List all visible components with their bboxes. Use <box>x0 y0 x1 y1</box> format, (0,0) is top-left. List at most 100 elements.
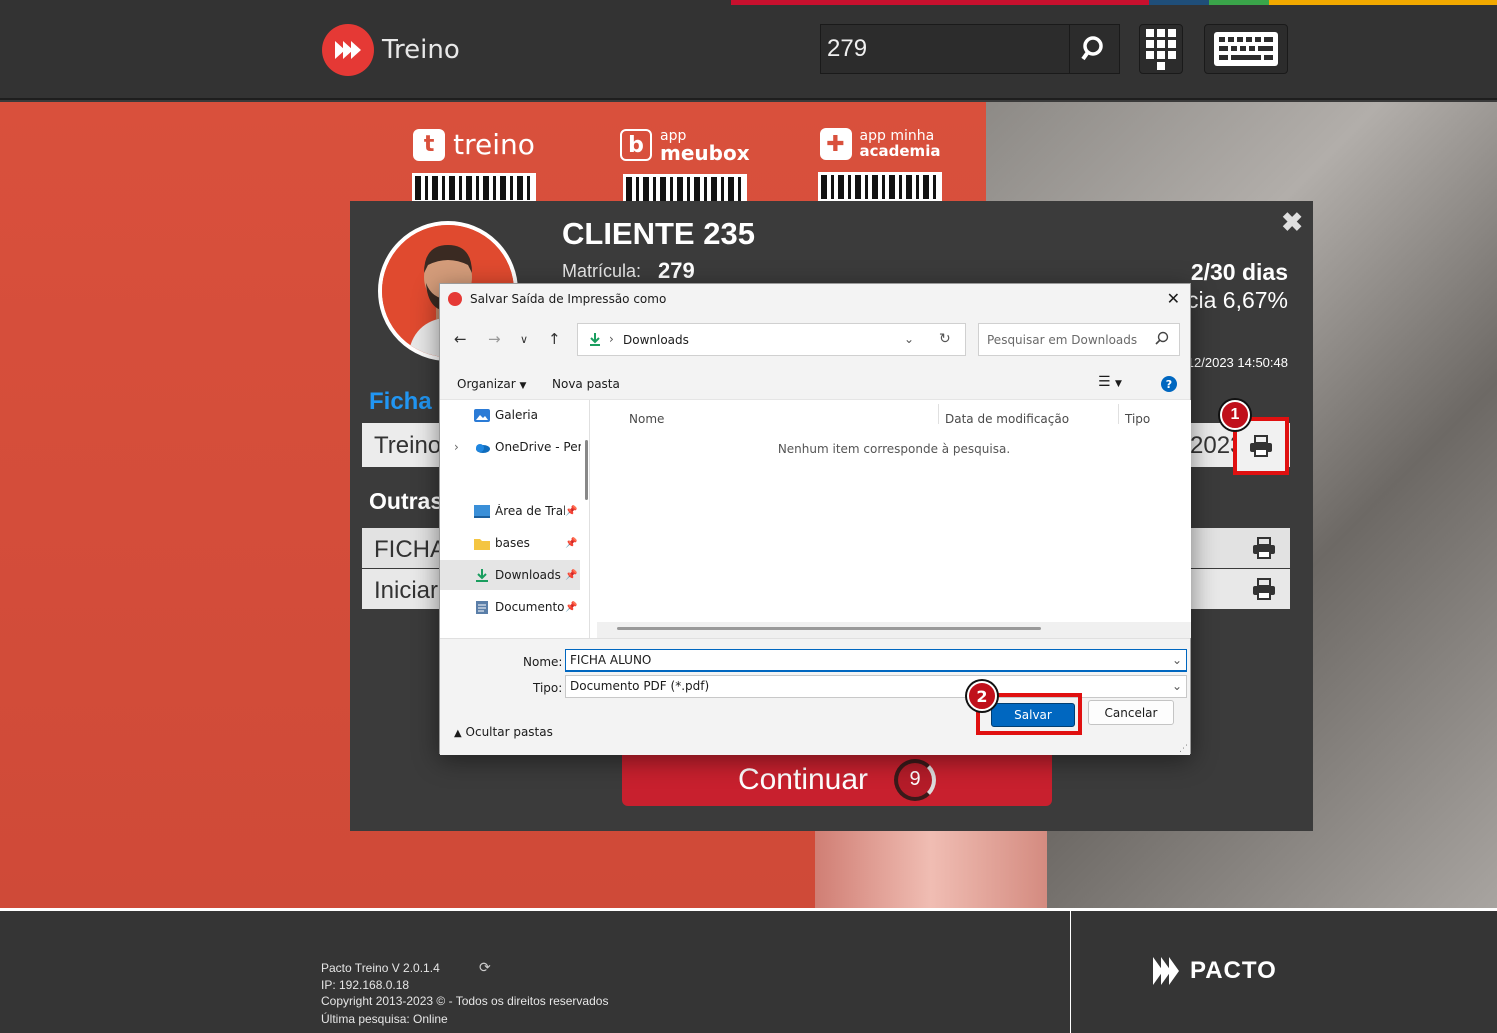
search-button[interactable] <box>1069 25 1119 73</box>
close-icon[interactable]: ✕ <box>1167 289 1180 308</box>
app-name: Treino <box>382 35 460 65</box>
app-treino-label: treino <box>453 128 535 161</box>
printer-icon[interactable] <box>1252 578 1276 600</box>
pin-icon: 📌 <box>565 505 578 517</box>
horizontal-scrollbar[interactable] <box>617 627 1041 630</box>
search-value[interactable]: 279 <box>821 35 1069 63</box>
back-arrow-icon[interactable]: ← <box>454 330 467 348</box>
footer-divider <box>1070 911 1071 1033</box>
cancel-button[interactable]: Cancelar <box>1088 700 1174 725</box>
sidebar-item-label: Documentos <box>495 600 565 614</box>
app-treino-promo: t treino <box>412 128 536 203</box>
list-item-label: Iniciar <box>374 577 439 604</box>
filename-field[interactable]: FICHA ALUNO ⌄ <box>565 649 1187 672</box>
sidebar-item-downloads[interactable]: Downloads 📌 <box>440 560 580 590</box>
column-header-date[interactable]: Data de modificação <box>945 412 1069 426</box>
address-bar[interactable]: › Downloads ⌄ ↻ <box>577 323 966 356</box>
filetype-value: Documento PDF (*.pdf) <box>570 679 710 693</box>
hide-folders-toggle[interactable]: ▲ Ocultar pastas <box>454 725 553 739</box>
new-folder-button[interactable]: Nova pasta <box>552 377 620 391</box>
chevron-right-icon[interactable]: › <box>454 440 459 454</box>
download-icon <box>590 333 600 346</box>
numpad-icon <box>1146 29 1176 70</box>
view-options-icon[interactable]: ☰ ▼ <box>1098 374 1122 390</box>
countdown-timer: 9 <box>894 758 937 801</box>
column-header-type[interactable]: Tipo <box>1125 412 1150 426</box>
frequency-value: cia 6,67% <box>1186 287 1288 313</box>
continue-button[interactable]: Continuar 9 <box>622 753 1052 806</box>
chevron-down-icon[interactable]: ⌄ <box>1172 679 1182 693</box>
desktop-icon <box>474 504 490 518</box>
top-header: Treino 279 <box>0 0 1497 100</box>
sidebar-item-bases[interactable]: bases 📌 <box>440 528 580 558</box>
sidebar-item-onedrive[interactable]: › OneDrive - Pers <box>440 432 581 462</box>
outras-heading: Outras <box>369 488 444 514</box>
meubox-app-icon: b <box>620 129 652 161</box>
sidebar-item-desktop[interactable]: Área de Traba 📌 <box>440 496 580 526</box>
refresh-icon[interactable]: ↻ <box>939 331 951 347</box>
filetype-select[interactable]: Documento PDF (*.pdf) ⌄ <box>565 675 1187 698</box>
copyright-text: Copyright 2013-2023 © - Todos os direito… <box>321 994 609 1008</box>
chevron-down-icon[interactable]: ⌄ <box>904 332 914 346</box>
ficha-heading: Ficha <box>369 388 432 415</box>
printer-icon <box>1250 435 1272 457</box>
app-icon <box>448 292 462 306</box>
help-icon[interactable]: ? <box>1161 376 1177 392</box>
onedrive-icon <box>476 443 490 453</box>
app-academia-promo: ✚ app minha academia <box>818 128 942 202</box>
column-divider[interactable] <box>938 404 939 424</box>
printer-icon[interactable] <box>1252 537 1276 559</box>
column-divider[interactable] <box>1118 404 1119 424</box>
matricula-value: 279 <box>658 258 695 283</box>
app-meubox-promo: b app meubox <box>620 128 750 204</box>
sidebar-item-label: Galeria <box>495 408 538 422</box>
keyboard-button[interactable] <box>1204 24 1288 74</box>
sidebar-scrollbar[interactable] <box>585 440 588 500</box>
chevron-down-icon[interactable]: ∨ <box>520 333 528 346</box>
save-options-pane: Nome: FICHA ALUNO ⌄ Tipo: Documento PDF … <box>440 638 1190 755</box>
numpad-button[interactable] <box>1139 24 1183 74</box>
up-arrow-icon[interactable]: ↑ <box>548 330 561 348</box>
search-placeholder: Pesquisar em Downloads <box>987 333 1138 347</box>
footer: Pacto Treino V 2.0.1.4 ⟳ IP: 192.168.0.1… <box>0 908 1497 1033</box>
organize-menu[interactable]: Organizar ▼ <box>457 377 526 391</box>
pin-icon: 📌 <box>565 601 578 613</box>
filetype-label: Tipo: <box>533 681 563 695</box>
sidebar-item-label: Downloads <box>495 568 561 582</box>
qr-code <box>412 173 536 203</box>
pin-icon: 📌 <box>565 537 578 549</box>
close-icon[interactable]: ✖ <box>1281 207 1303 238</box>
days-count: 2/30 dias <box>1190 259 1288 285</box>
save-button[interactable]: Salvar <box>991 703 1075 727</box>
resize-grip-icon[interactable]: ⋰ <box>1179 744 1188 754</box>
color-stripe-blue <box>1149 0 1209 5</box>
sidebar-item-galeria[interactable]: Galeria <box>440 400 580 430</box>
version-text: Pacto Treino V 2.0.1.4 <box>321 961 440 975</box>
navigation-pane: Galeria › OneDrive - Pers Área de Traba … <box>440 400 590 638</box>
keyboard-icon <box>1214 32 1278 66</box>
treino-logo[interactable]: Treino <box>322 24 460 76</box>
save-dialog: Salvar Saída de Impressão como ✕ ← → ∨ ↑… <box>439 283 1191 755</box>
treino-name: Treino <box>374 432 442 459</box>
continue-label: Continuar <box>737 762 869 796</box>
empty-message: Nenhum item corresponde à pesquisa. <box>777 442 1011 456</box>
column-header-name[interactable]: Nome <box>629 412 664 426</box>
chevron-up-icon: ▲ <box>454 728 462 739</box>
search-input[interactable]: 279 <box>820 24 1120 74</box>
client-name: CLIENTE 235 <box>562 216 755 251</box>
breadcrumb: Downloads <box>623 333 689 347</box>
search-input[interactable]: Pesquisar em Downloads <box>978 323 1180 356</box>
qr-code <box>818 172 942 202</box>
download-icon <box>476 568 488 582</box>
forward-arrow-icon[interactable]: → <box>488 330 501 348</box>
horizontal-scrollbar-track <box>597 622 1191 638</box>
sync-icon[interactable]: ⟳ <box>479 959 491 976</box>
sidebar-item-documentos[interactable]: Documentos 📌 <box>440 592 580 622</box>
color-stripe-yellow <box>1269 0 1497 5</box>
athlete-photo <box>815 830 1047 908</box>
file-list: Nome Data de modificação Tipo Nenhum ite… <box>597 400 1191 638</box>
chevron-down-icon[interactable]: ⌄ <box>1172 653 1182 667</box>
sidebar-item-label: Área de Traba <box>495 504 565 518</box>
brand-name: PACTO <box>1190 957 1277 984</box>
search-icon <box>1080 36 1103 61</box>
